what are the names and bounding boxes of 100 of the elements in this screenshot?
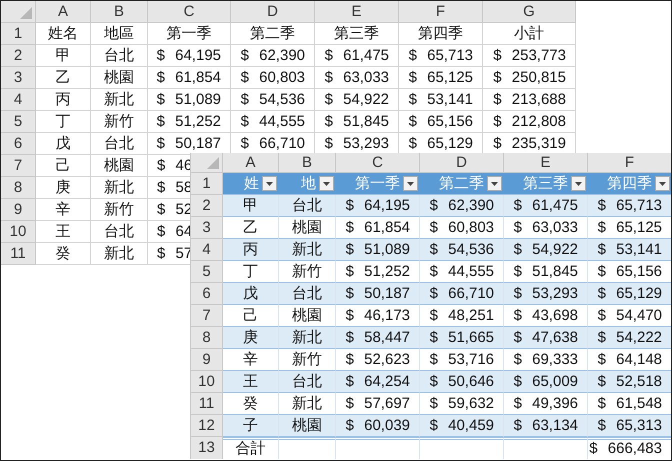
table-cell: 新竹 — [91, 199, 148, 221]
row-header[interactable]: 11 — [1, 243, 36, 265]
table-cell: $ 64,254 — [336, 371, 420, 393]
table-cell: $ 54,536 — [231, 89, 315, 111]
table-cell: 甲 — [223, 195, 279, 217]
column-header[interactable]: B — [91, 1, 148, 23]
table-cell: 新北 — [91, 243, 148, 265]
table-cell: 子 — [223, 415, 279, 437]
row-header[interactable]: 3 — [1, 67, 36, 89]
row-header[interactable]: 2 — [1, 45, 36, 67]
total-value: $ 666,483 — [588, 437, 671, 459]
row-header[interactable]: 8 — [1, 177, 36, 199]
row-header[interactable]: 6 — [1, 133, 36, 155]
header-cell: 地區 — [91, 23, 148, 45]
table-cell: 新北 — [279, 327, 336, 349]
table-cell: $ 63,033 — [315, 67, 399, 89]
table-cell: $ 253,773 — [483, 45, 576, 67]
caret-icon — [491, 182, 498, 186]
column-header[interactable]: D — [231, 1, 315, 23]
row-header[interactable]: 13 — [191, 437, 223, 459]
table-cell: 台北 — [91, 45, 148, 67]
row-header[interactable]: 1 — [1, 23, 36, 45]
filter-dropdown-button[interactable] — [262, 176, 277, 191]
column-header[interactable]: G — [483, 1, 576, 23]
header-cell: 第二季 — [231, 23, 315, 45]
table-cell: $ 51,845 — [315, 111, 399, 133]
row-header[interactable]: 4 — [1, 89, 36, 111]
table-cell: 庚 — [223, 327, 279, 349]
row-header[interactable]: 9 — [1, 199, 36, 221]
row-header[interactable]: 1 — [191, 173, 223, 195]
column-header[interactable]: A — [223, 153, 279, 173]
row-header[interactable]: 10 — [1, 221, 36, 243]
filter-dropdown-button[interactable] — [403, 176, 418, 191]
column-header[interactable]: A — [36, 1, 91, 23]
table-cell: 癸 — [36, 243, 91, 265]
table-cell: $ 65,713 — [588, 195, 671, 217]
table-cell: 台北 — [91, 221, 148, 243]
table-cell: 新竹 — [91, 111, 148, 133]
column-header[interactable]: B — [279, 153, 336, 173]
table-cell: $ 61,475 — [315, 45, 399, 67]
header-cell: 姓名 — [36, 23, 91, 45]
empty-cell — [279, 437, 336, 459]
row-header[interactable]: 2 — [191, 195, 223, 217]
header-cell: 姓 — [244, 174, 259, 192]
table-cell: 丙 — [36, 89, 91, 111]
caret-icon — [659, 182, 666, 186]
table-cell: 台北 — [279, 195, 336, 217]
table-cell: $ 213,688 — [483, 89, 576, 111]
caret-icon — [323, 182, 330, 186]
row-header[interactable]: 4 — [191, 239, 223, 261]
table-cell: $ 52,518 — [588, 371, 671, 393]
table-cell: $ 60,039 — [336, 415, 420, 437]
table-cell: $ 58,447 — [336, 327, 420, 349]
table-cell: $ 65,129 — [588, 283, 671, 305]
filter-dropdown-button[interactable] — [487, 176, 502, 191]
row-header[interactable]: 11 — [191, 393, 223, 415]
table-cell: 辛 — [36, 199, 91, 221]
table-cell: $ 50,646 — [420, 371, 504, 393]
row-header[interactable]: 10 — [191, 371, 223, 393]
table-cell: $ 51,252 — [148, 111, 231, 133]
column-header[interactable]: D — [420, 153, 504, 173]
header-cell: 第三季 — [315, 23, 399, 45]
row-header[interactable]: 7 — [191, 305, 223, 327]
row-header[interactable]: 5 — [1, 111, 36, 133]
table-cell: $ 44,555 — [231, 111, 315, 133]
table-cell: $ 212,808 — [483, 111, 576, 133]
row-header[interactable]: 3 — [191, 217, 223, 239]
table-cell: $ 51,089 — [148, 89, 231, 111]
row-header[interactable]: 12 — [191, 415, 223, 437]
column-header[interactable]: F — [588, 153, 671, 173]
row-header[interactable]: 5 — [191, 261, 223, 283]
table-cell: 新北 — [91, 89, 148, 111]
table-cell: $ 50,187 — [336, 283, 420, 305]
table-cell: 台北 — [91, 133, 148, 155]
table-cell: $ 54,922 — [315, 89, 399, 111]
row-header[interactable]: 8 — [191, 327, 223, 349]
column-header[interactable]: E — [504, 153, 588, 173]
table-cell: $ 65,125 — [399, 67, 483, 89]
column-header[interactable]: E — [315, 1, 399, 23]
row-header[interactable]: 6 — [191, 283, 223, 305]
filter-dropdown-button[interactable] — [319, 176, 334, 191]
header-cell: 第一季 — [148, 23, 231, 45]
table-cell: 乙 — [36, 67, 91, 89]
filter-dropdown-button[interactable] — [655, 176, 670, 191]
table-cell: 新北 — [91, 177, 148, 199]
column-header[interactable]: F — [399, 1, 483, 23]
row-header[interactable]: 7 — [1, 155, 36, 177]
column-header[interactable]: C — [148, 1, 231, 23]
table-cell: $ 54,536 — [420, 239, 504, 261]
table-cell: 戊 — [223, 283, 279, 305]
table-cell: 桃園 — [279, 415, 336, 437]
table-cell: $ 40,459 — [420, 415, 504, 437]
table-cell: 桃園 — [91, 67, 148, 89]
table-cell: $ 62,390 — [420, 195, 504, 217]
filter-dropdown-button[interactable] — [571, 176, 586, 191]
table-cell: $ 64,195 — [336, 195, 420, 217]
caret-icon — [575, 182, 582, 186]
header-cell: 第二季 — [439, 174, 484, 192]
row-header[interactable]: 9 — [191, 349, 223, 371]
column-header[interactable]: C — [336, 153, 420, 173]
